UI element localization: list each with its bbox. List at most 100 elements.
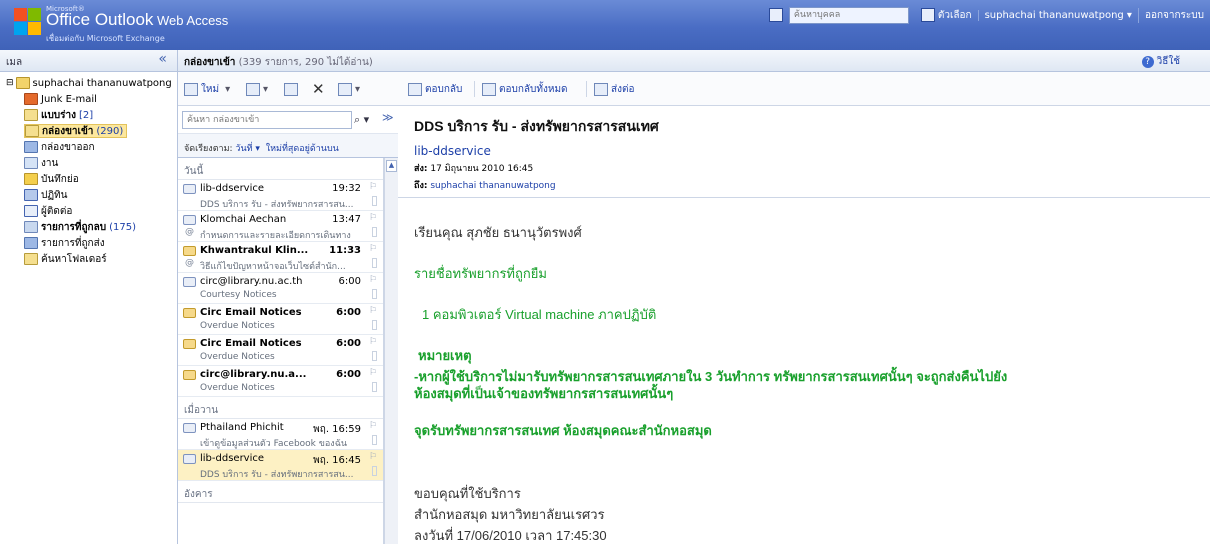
message-row[interactable]: circ@library.nu.a... 6:00 ⚐ Overdue Notices [178,366,383,397]
more-button[interactable]: ▾ [338,81,360,97]
expand-icon[interactable]: ≫ [382,111,394,124]
message-row[interactable]: Circ Email Notices 6:00 ⚐ Overdue Notices [178,304,383,335]
inbox-icon [25,125,39,137]
message-row[interactable]: circ@library.nu.ac.th 6:00 ⚐ Courtesy Notic… [178,273,383,304]
logoff-link[interactable]: ออกจากระบบ [1137,7,1210,23]
body-pickup: จุดรับทรัพยากรสารสนเทศ ห้องสมุดคณะสำนักห… [414,423,712,438]
scroll-up-icon[interactable]: ▲ [386,160,397,172]
brand-subtitle: เชื่อมต่อกับ Microsoft Exchange [46,34,165,43]
category-box[interactable] [372,196,377,206]
folder-count: [2] [79,109,94,121]
flag-icon[interactable]: ⚐ [369,306,377,316]
drafts-icon [24,109,38,121]
delete-button[interactable]: ✕ [312,80,325,98]
category-box[interactable] [372,227,377,237]
envelope-icon [183,277,196,287]
message-row[interactable]: Klomchai Aechan 13:47 ⚐ @ กำหนดการและรายละเอ… [178,211,383,242]
calendar-icon [24,189,38,201]
collapse-icon[interactable]: « [158,51,167,67]
folder-calendar[interactable]: ปฏิทิน [24,188,68,202]
new-button[interactable]: ใหม่ ▾ [184,81,230,97]
flag-icon[interactable]: ⚐ [369,182,377,192]
category-box[interactable] [372,258,377,268]
reply-all-button[interactable]: ตอบกลับทั้งหมด [482,82,568,96]
category-box[interactable] [372,435,377,445]
sent-line: ส่ง: 17 มิถุนายน 2010 16:45 [414,161,1210,175]
message-row[interactable]: Circ Email Notices 6:00 ⚐ Overdue Notices [178,335,383,366]
move-button[interactable] [284,81,301,97]
group-header: วันนี้ [178,158,383,180]
flag-icon[interactable]: ⚐ [369,337,377,347]
options-icon[interactable] [920,8,935,22]
folder-contacts[interactable]: ผู้ติดต่อ [24,204,72,218]
category-box[interactable] [372,466,377,476]
new-label: ใหม่ [201,83,220,95]
mailbox-root-label: suphachai thananuwatpong [32,77,172,89]
flag-icon[interactable]: ⚐ [369,452,377,462]
message-list: วันนี้ lib-ddservice 19:32 ⚐ DDS บริการ รับ … [178,158,384,544]
category-box[interactable] [372,289,377,299]
forward-icon [594,82,608,96]
view-button[interactable]: ▾ [246,81,268,97]
folder-drafts[interactable]: แบบร่าง [2] [24,108,93,122]
message-row[interactable]: Pthailand Phichit พฤ. 16:59 ⚐ เข้าดูข้อมูลส… [178,419,383,450]
brand-title: Office Outlook Web Access [46,10,228,30]
message-subject: DDS บริการ รับ - ส่งทรัพยากรสารสนเทศ [414,118,659,134]
category-box[interactable] [372,382,377,392]
arrange-by-label: จัดเรียงตาม: [184,144,236,154]
folder-sent[interactable]: รายการที่ถูกส่ง [24,236,105,250]
search-input[interactable] [182,111,352,129]
arrange-by-dropdown[interactable]: วันที่ ▾ [235,144,260,154]
body-org: สำนักหอสมุด มหาวิทยาลัยนเรศวร [414,507,605,522]
message-row[interactable]: lib-ddservice พฤ. 16:45 ⚐ DDS บริการ รับ - … [178,450,383,481]
folder-label: แบบร่าง [41,109,77,121]
folder-junk[interactable]: Junk E-mail [24,92,97,106]
category-box[interactable] [372,320,377,330]
options-link[interactable]: ตัวเลือก [938,8,978,23]
folder-outbox[interactable]: กล่องขาออก [24,140,95,154]
help-link[interactable]: ? วิธีใช้ [1141,54,1180,69]
folder-search[interactable]: ค้นหาโฟลเดอร์ [24,252,107,266]
reply-button[interactable]: ตอบกลับ [408,82,462,96]
flag-icon[interactable]: ⚐ [369,213,377,223]
forward-button[interactable]: ส่งต่อ [594,82,635,96]
user-name-menu[interactable]: suphachai thananuwatpong ▾ [977,9,1138,21]
people-search-input[interactable] [788,6,909,24]
category-box[interactable] [372,351,377,361]
folder-deleted[interactable]: รายการที่ถูกลบ (175) [24,220,136,234]
message-row[interactable]: lib-ddservice 19:32 ⚐ DDS บริการ รับ - ส่งท… [178,180,383,211]
message-from: Circ Email Notices [200,307,302,318]
chevron-down-icon[interactable]: ▾ [263,84,268,95]
flag-icon[interactable]: ⚐ [369,421,377,431]
chevron-down-icon[interactable]: ▾ [225,84,230,95]
flag-icon[interactable]: ⚐ [369,368,377,378]
message-row[interactable]: Khwantrakul Klin... 11:33 ⚐ @ วิธีแก้ไขปัญหา… [178,242,383,273]
sort-order-link[interactable]: ใหม่ที่สุดอยู่ด้านบน [266,144,339,154]
folder-tasks[interactable]: งาน [24,156,58,170]
envelope-icon [183,339,196,349]
tree-expand-icon[interactable]: ⊟ [6,78,14,88]
envelope-icon [183,308,196,318]
brand-office: Office Outlook [46,10,154,29]
mailbox-root[interactable]: ⊟ suphachai thananuwatpong [6,76,172,90]
folder-count: (290) [96,125,124,137]
address-book-icon[interactable] [768,8,783,22]
nav-title: เมล [6,57,23,68]
chevron-down-icon[interactable]: ▾ [355,84,360,95]
message-sender[interactable]: lib-ddservice [414,144,1210,158]
message-time: 6:00 [336,369,361,380]
reply-label: ตอบกลับ [425,83,463,95]
new-mail-icon [184,82,198,96]
to-recipient[interactable]: suphachai thananuwatpong [427,181,555,191]
flag-icon[interactable]: ⚐ [369,244,377,254]
toolbar-separator [586,81,587,97]
body-note-title: หมายเหตุ [418,348,472,363]
arrange-label: จัดเรียงตาม: วันที่ ▾ ใหม่ที่สุดอยู่ด้าน… [184,141,339,155]
folder-inbox[interactable]: กล่องขาเข้า (290) [24,124,128,138]
search-icon[interactable]: ⌕ ▾ [354,113,369,127]
header-actions: ตัวเลือก suphachai thananuwatpong ▾ ออกจ… [768,4,1210,26]
list-scrollbar[interactable]: ▲ [384,158,398,544]
flag-icon[interactable]: ⚐ [369,275,377,285]
list-search: ⌕ ▾ ≫ [178,106,398,134]
folder-notes[interactable]: บันทึกย่อ [24,172,79,186]
